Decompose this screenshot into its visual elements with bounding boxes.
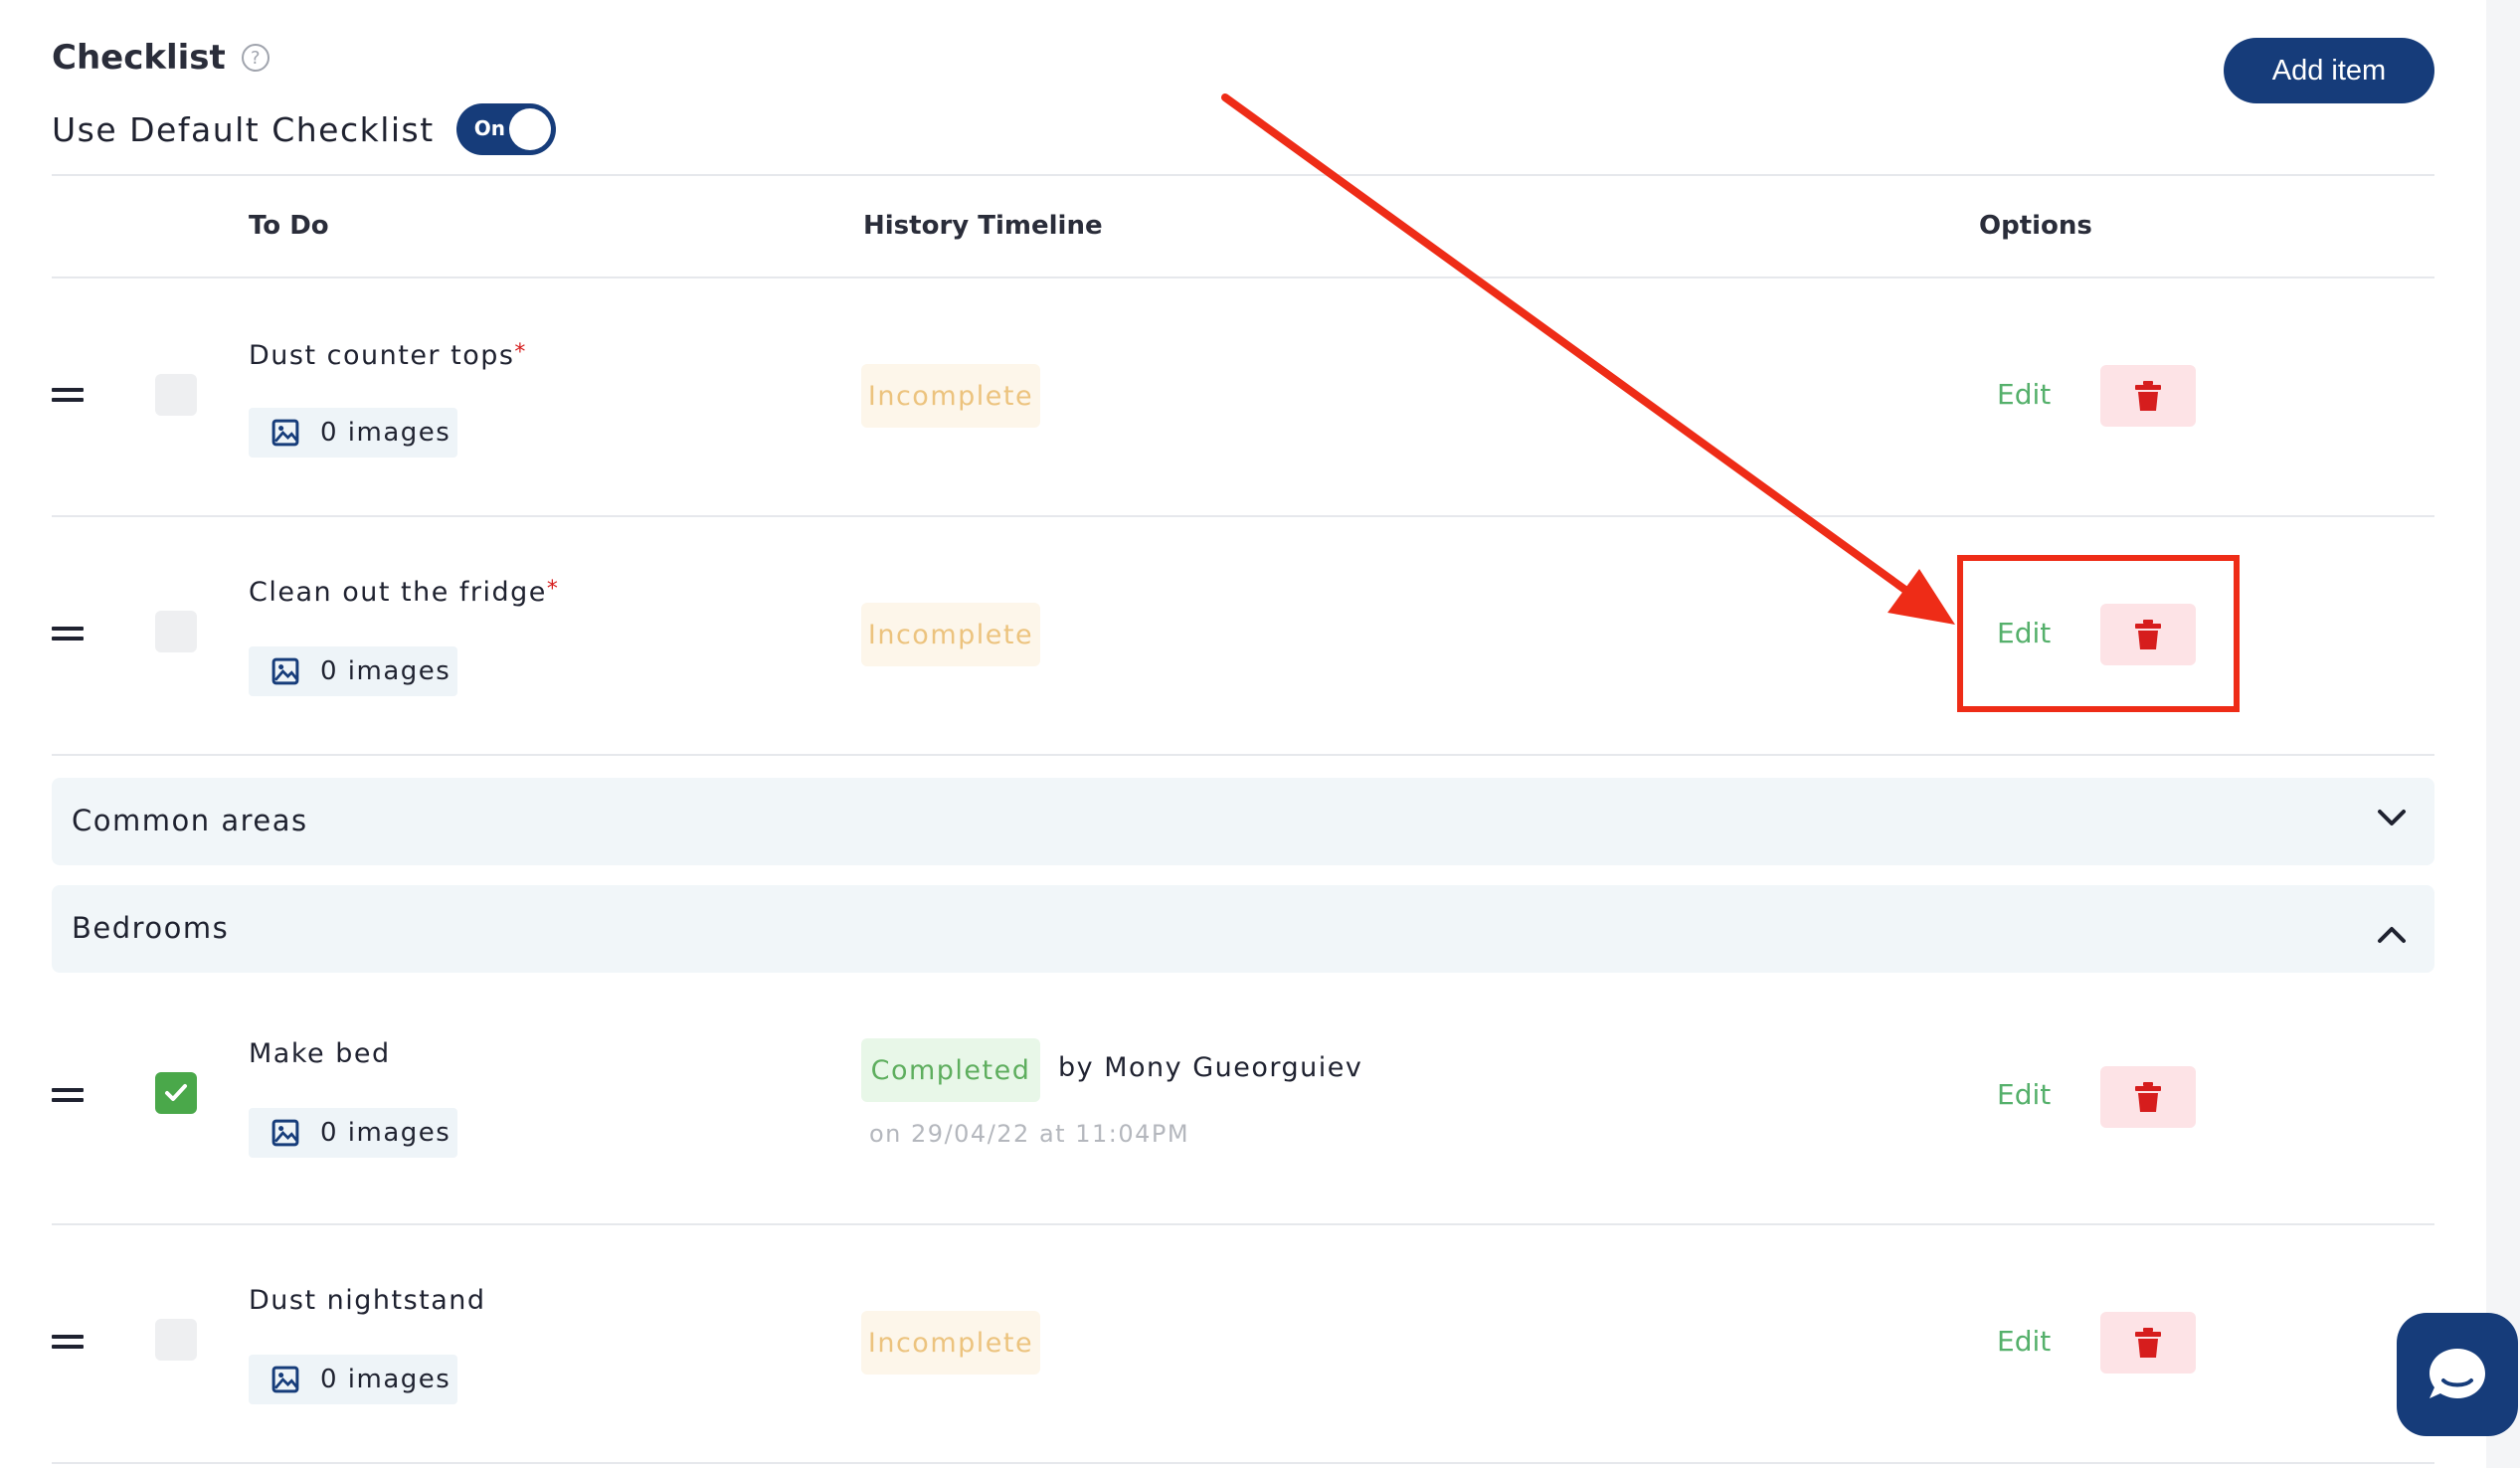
divider <box>52 754 2434 756</box>
column-header-history: History Timeline <box>863 211 1103 241</box>
images-button[interactable]: 0 images <box>249 1355 457 1404</box>
item-name: Make bed <box>249 1038 391 1069</box>
item-checkbox[interactable] <box>155 611 197 652</box>
edit-link[interactable]: Edit <box>1997 1078 2051 1111</box>
edit-link[interactable]: Edit <box>1997 1325 2051 1358</box>
status-badge: Completed <box>861 1038 1040 1102</box>
divider <box>52 1223 2434 1225</box>
chat-bubble-icon <box>2430 1349 2485 1398</box>
default-checklist-label: Use Default Checklist <box>52 109 435 149</box>
item-checkbox[interactable] <box>155 374 197 416</box>
annotation-arrow-icon <box>1221 93 1955 625</box>
images-button[interactable]: 0 images <box>249 646 457 696</box>
delete-button[interactable] <box>2100 365 2196 427</box>
checklist-header: Checklist ? <box>52 38 270 78</box>
default-checklist-toggle[interactable]: On <box>455 103 556 155</box>
drag-handle-icon[interactable] <box>52 1088 84 1108</box>
image-icon <box>271 1119 299 1147</box>
item-checkbox[interactable] <box>155 1319 197 1361</box>
images-button[interactable]: 0 images <box>249 408 457 458</box>
image-icon <box>271 1366 299 1393</box>
drag-handle-icon[interactable] <box>52 1335 84 1355</box>
completed-timestamp: on 29/04/22 at 11:04PM <box>869 1120 1190 1148</box>
checkmark-icon <box>165 1084 187 1101</box>
column-header-todo: To Do <box>249 211 329 241</box>
divider <box>52 174 2434 176</box>
section-common-areas[interactable]: Common areas <box>52 778 2434 865</box>
page-scroll-gutter <box>2486 0 2520 1468</box>
divider <box>52 1462 2434 1464</box>
drag-handle-icon[interactable] <box>52 627 84 646</box>
delete-button[interactable] <box>2100 1066 2196 1128</box>
image-icon <box>271 419 299 447</box>
trash-icon <box>2135 381 2161 411</box>
delete-button[interactable] <box>2100 1312 2196 1374</box>
divider <box>52 515 2434 517</box>
item-checkbox[interactable] <box>155 1072 197 1114</box>
drag-handle-icon[interactable] <box>52 388 84 408</box>
toggle-knob <box>508 108 551 150</box>
section-bedrooms[interactable]: Bedrooms <box>52 885 2434 973</box>
images-count: 0 images <box>320 1365 451 1394</box>
default-checklist-row: Use Default Checklist On <box>52 103 556 155</box>
section-label: Bedrooms <box>72 911 230 945</box>
add-item-button[interactable]: Add item <box>2224 38 2434 103</box>
annotation-highlight-box <box>1957 555 2240 712</box>
image-icon <box>271 657 299 685</box>
chevron-up-icon[interactable] <box>2377 925 2407 945</box>
item-name: Dust nightstand <box>249 1285 486 1316</box>
section-label: Common areas <box>72 804 308 837</box>
trash-icon <box>2135 1328 2161 1358</box>
item-name: Clean out the fridge* <box>249 577 560 608</box>
images-button[interactable]: 0 images <box>249 1108 457 1158</box>
status-badge: Incomplete <box>861 364 1040 428</box>
required-marker: * <box>514 340 527 365</box>
item-name: Dust counter tops* <box>249 340 527 371</box>
images-count: 0 images <box>320 418 451 448</box>
help-icon[interactable]: ? <box>241 44 270 72</box>
status-badge: Incomplete <box>861 603 1040 666</box>
status-badge: Incomplete <box>861 1311 1040 1375</box>
images-count: 0 images <box>320 1118 451 1148</box>
chevron-down-icon[interactable] <box>2377 808 2407 827</box>
column-header-options: Options <box>1979 211 2092 241</box>
trash-icon <box>2135 1082 2161 1112</box>
checklist-page: Checklist ? Use Default Checklist On Add… <box>0 0 2520 1468</box>
images-count: 0 images <box>320 656 451 686</box>
page-title: Checklist <box>52 38 226 78</box>
edit-link[interactable]: Edit <box>1997 378 2051 411</box>
divider <box>52 276 2434 278</box>
chat-button[interactable] <box>2397 1313 2518 1436</box>
required-marker: * <box>546 577 560 602</box>
completed-by: by Mony Gueorguiev <box>1058 1052 1363 1083</box>
toggle-state-label: On <box>473 116 505 140</box>
